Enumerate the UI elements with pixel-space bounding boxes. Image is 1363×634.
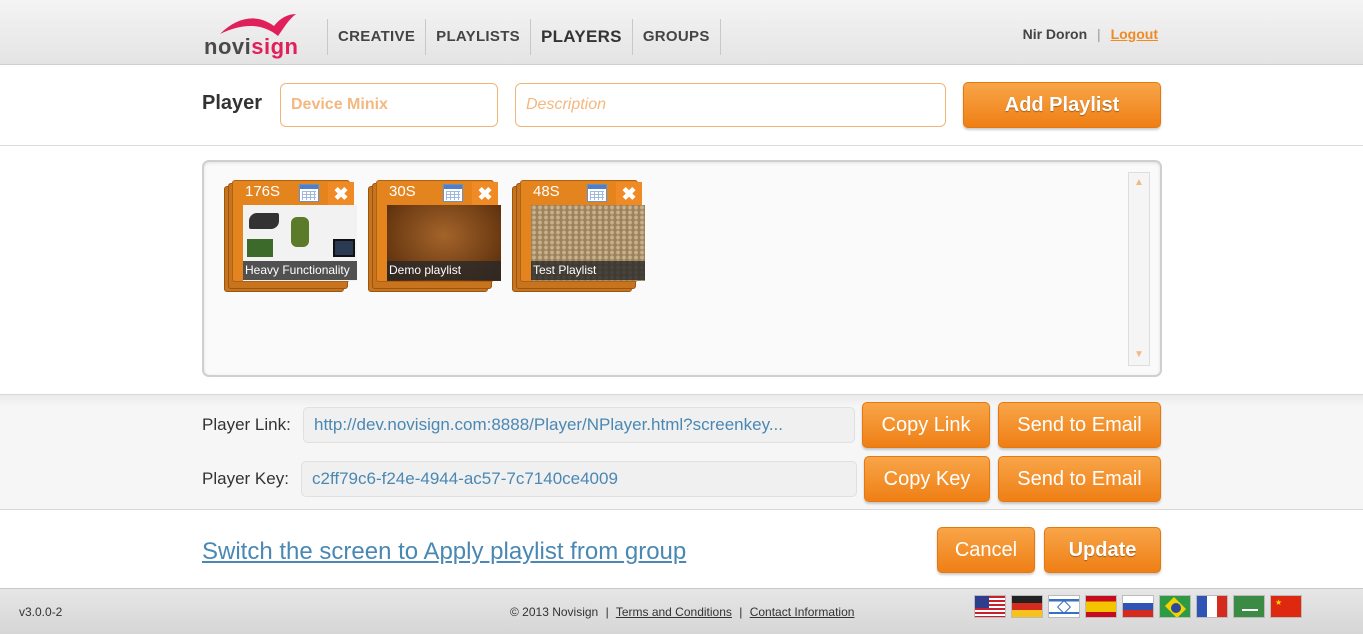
card-face: 176S ✖ Heavy Functionality: [232, 180, 357, 282]
nav-creative[interactable]: CREATIVE: [327, 19, 425, 55]
playlist-card[interactable]: 48S ✖ Test Playlist: [512, 180, 645, 292]
user-area: Nir Doron | Logout: [1023, 26, 1158, 42]
playlist-panel: 176S ✖ Heavy Functionality 30S ✖ Demo pl…: [202, 160, 1162, 377]
fr-flag-icon[interactable]: [1196, 595, 1228, 618]
playlist-name: Test Playlist: [531, 261, 645, 280]
tv-image-icon: [333, 239, 355, 257]
version-label: v3.0.0-2: [19, 605, 63, 619]
player-link-field[interactable]: http://dev.novisign.com:8888/Player/NPla…: [303, 407, 855, 443]
user-name: Nir Doron: [1022, 26, 1088, 42]
playlist-name: Heavy Functionality: [243, 261, 357, 280]
footer-separator: |: [739, 605, 743, 619]
remove-playlist-icon[interactable]: ✖: [328, 182, 354, 206]
schedule-calendar-icon[interactable]: [443, 184, 463, 202]
contact-link[interactable]: Contact Information: [750, 605, 855, 619]
ru-flag-icon[interactable]: [1122, 595, 1154, 618]
scroll-down-icon[interactable]: ▼: [1133, 349, 1145, 361]
schedule-calendar-icon[interactable]: [299, 184, 319, 202]
main-nav: CREATIVE PLAYLISTS PLAYERS GROUPS: [327, 19, 721, 55]
action-bar: Switch the screen to Apply playlist from…: [0, 511, 1363, 588]
player-key-field[interactable]: c2ff79c6-f24e-4944-ac57-7c7140ce4009: [301, 461, 857, 497]
logo-text: novisign: [204, 34, 299, 59]
player-label: Player: [202, 92, 263, 114]
br-flag-icon[interactable]: [1159, 595, 1191, 618]
playlist-card[interactable]: 176S ✖ Heavy Functionality: [224, 180, 357, 292]
figure-image-icon: [291, 217, 309, 247]
schedule-calendar-icon[interactable]: [587, 184, 607, 202]
send-link-email-button[interactable]: Send to Email: [998, 402, 1161, 448]
nav-groups[interactable]: GROUPS: [631, 19, 721, 55]
us-flag-icon[interactable]: [974, 595, 1006, 618]
user-separator: |: [1097, 26, 1101, 42]
footer: v3.0.0-2 © 2013 Novisign | Terms and Con…: [0, 588, 1363, 634]
playlist-name: Demo playlist: [387, 261, 501, 280]
terms-link[interactable]: Terms and Conditions: [616, 605, 732, 619]
es-flag-icon[interactable]: [1085, 595, 1117, 618]
player-key-label: Player Key:: [202, 469, 289, 488]
player-details: Player Add Playlist: [0, 66, 1363, 146]
copyright: © 2013 Novisign | Terms and Conditions |…: [510, 605, 854, 619]
player-name-input[interactable]: [280, 83, 498, 127]
remove-playlist-icon[interactable]: ✖: [616, 182, 642, 206]
player-link-label: Player Link:: [202, 415, 291, 434]
whale-image-icon: [249, 213, 279, 229]
de-flag-icon[interactable]: [1011, 595, 1043, 618]
add-playlist-button[interactable]: Add Playlist: [963, 82, 1161, 128]
send-key-email-button[interactable]: Send to Email: [998, 456, 1161, 502]
switch-to-group-link[interactable]: Switch the screen to Apply playlist from…: [202, 538, 686, 566]
photo-image-icon: [247, 239, 273, 257]
cn-flag-icon[interactable]: ★: [1270, 595, 1302, 618]
nav-players[interactable]: PLAYERS: [529, 19, 632, 55]
sa-flag-icon[interactable]: [1233, 595, 1265, 618]
nav-playlists[interactable]: PLAYLISTS: [425, 19, 530, 55]
cancel-button[interactable]: Cancel: [937, 527, 1035, 573]
card-face: 48S ✖ Test Playlist: [520, 180, 645, 282]
novisign-logo[interactable]: novisign: [204, 12, 300, 59]
playlist-duration: 176S: [245, 183, 281, 200]
playlist-duration: 48S: [533, 183, 560, 200]
playlist-area: 176S ✖ Heavy Functionality 30S ✖ Demo pl…: [0, 147, 1363, 394]
header: novisign CREATIVE PLAYLISTS PLAYERS GROU…: [0, 0, 1363, 65]
scroll-up-icon[interactable]: ▲: [1133, 177, 1145, 189]
playlist-card[interactable]: 30S ✖ Demo playlist: [368, 180, 501, 292]
language-flags: ★: [974, 595, 1307, 618]
player-description-input[interactable]: [515, 83, 946, 127]
playlist-duration: 30S: [389, 183, 416, 200]
copy-key-button[interactable]: Copy Key: [864, 456, 990, 502]
logout-link[interactable]: Logout: [1111, 26, 1158, 42]
footer-separator: |: [605, 605, 609, 619]
il-flag-icon[interactable]: [1048, 595, 1080, 618]
copy-link-button[interactable]: Copy Link: [862, 402, 990, 448]
player-links: Player Link: http://dev.novisign.com:888…: [0, 394, 1363, 510]
card-face: 30S ✖ Demo playlist: [376, 180, 501, 282]
playlist-scrollbar[interactable]: ▲ ▼: [1128, 172, 1150, 366]
update-button[interactable]: Update: [1044, 527, 1161, 573]
remove-playlist-icon[interactable]: ✖: [472, 182, 498, 206]
copyright-text: © 2013 Novisign: [510, 605, 599, 619]
